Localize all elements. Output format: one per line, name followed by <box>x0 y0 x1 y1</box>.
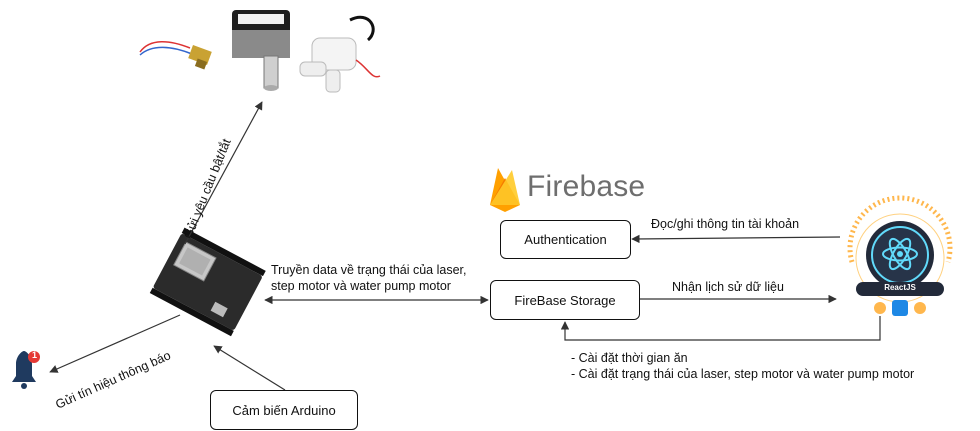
arrow-react-to-auth <box>631 234 841 244</box>
notification-badge-count: 1 <box>31 350 37 360</box>
label-settings-line1: - Cài đặt thời gian ăn <box>571 351 688 365</box>
label-board-storage-line2: step motor và water pump motor <box>271 279 451 293</box>
arduino-sensor-label: Cảm biến Arduino <box>232 402 336 418</box>
label-board-storage-line1: Truyền data về trạng thái của laser, <box>271 263 467 277</box>
stepper-motor-image <box>232 10 290 91</box>
label-receive-history: Nhận lịch sử dữ liệu <box>672 280 784 294</box>
water-pump-image <box>299 16 381 93</box>
connectors <box>49 101 881 391</box>
label-read-write-account: Đọc/ghi thông tin tài khoản <box>651 217 800 231</box>
arrow-sensor-to-board <box>213 345 286 391</box>
label-settings-line2: - Cài đặt trạng thái của laser, step mot… <box>571 367 915 381</box>
react-logo <box>847 195 953 316</box>
authentication-node: Authentication <box>500 220 631 259</box>
authentication-label: Authentication <box>524 232 607 247</box>
react-badge-label: ReactJS <box>884 283 916 292</box>
esp32-board-image <box>149 227 266 337</box>
firebase-storage-label: FireBase Storage <box>514 292 616 308</box>
arduino-sensor-node: Cảm biến Arduino <box>210 390 358 430</box>
firebase-storage-node: FireBase Storage <box>490 280 640 320</box>
firebase-logo <box>490 168 520 212</box>
laser-module-image <box>139 41 212 70</box>
firebase-wordmark: Firebase <box>527 170 646 203</box>
